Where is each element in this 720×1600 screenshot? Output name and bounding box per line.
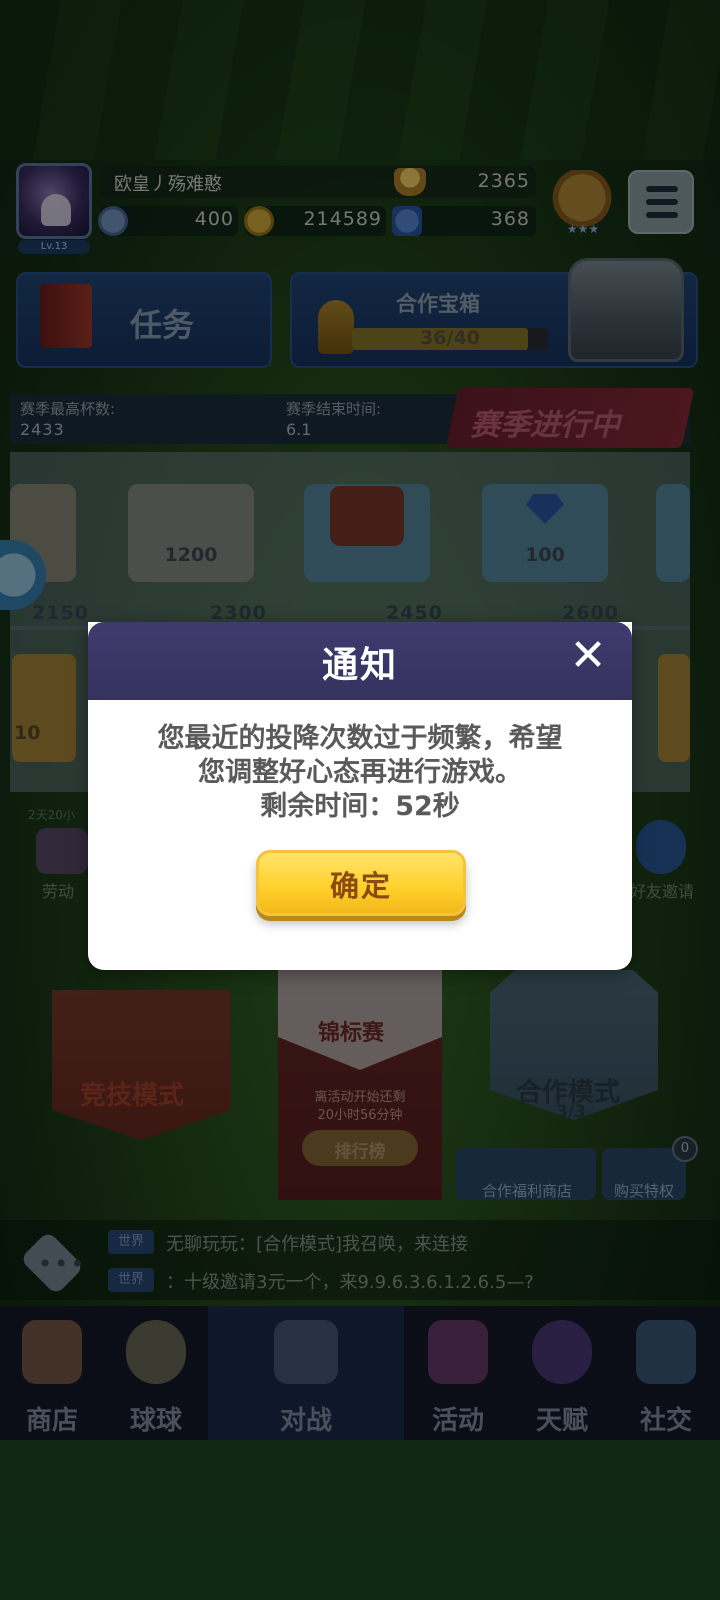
notice-dialog-title: 通知 [321,645,398,686]
confirm-button-label: 确定 [329,869,392,903]
notice-remaining-time: 剩余时间：52秒 [260,791,460,822]
close-icon[interactable]: ✕ [568,634,608,678]
